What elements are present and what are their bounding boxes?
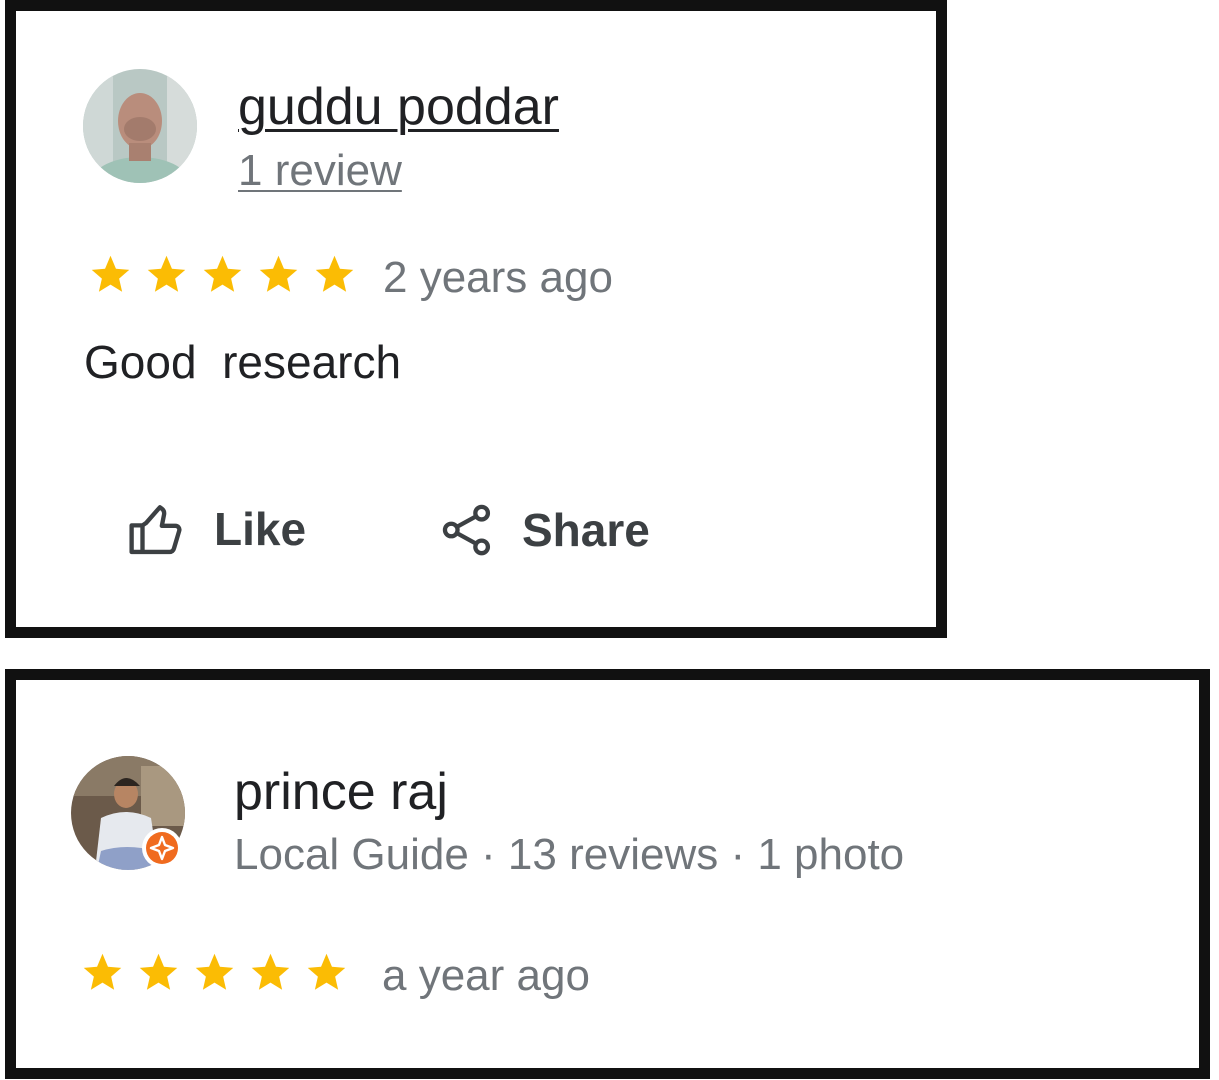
share-button[interactable]: Share [440, 502, 650, 558]
reviewer-avatar[interactable] [71, 756, 185, 870]
star-icon [195, 953, 234, 990]
star-rating [80, 950, 349, 995]
reviewer-review-count-link[interactable]: 1 review [238, 149, 402, 193]
reviewer-avatar[interactable] [83, 69, 197, 183]
review-card: prince raj Local Guide · 13 reviews · 1 … [5, 669, 1210, 1079]
reviewer-subtitle[interactable]: Local Guide · 13 reviews · 1 photo [234, 833, 904, 877]
review-text: Good research [84, 336, 402, 388]
star-icon [251, 953, 290, 990]
star-icon [203, 255, 242, 292]
like-label: Like [214, 503, 307, 555]
star-icon [83, 953, 122, 990]
star-icon [307, 953, 346, 990]
share-label: Share [522, 504, 650, 556]
review-card: guddu poddar 1 review 2 years ago Good r… [5, 0, 947, 638]
reviewer-name-link[interactable]: guddu poddar [238, 81, 559, 133]
reviewer-name[interactable]: prince raj [234, 766, 448, 818]
star-icon [139, 953, 178, 990]
star-rating [88, 252, 357, 297]
review-time: a year ago [382, 951, 590, 1000]
share-icon [442, 504, 491, 556]
like-button[interactable]: Like [128, 502, 306, 556]
star-icon [315, 255, 354, 292]
star-icon [147, 255, 186, 292]
star-icon [91, 255, 130, 292]
star-icon [259, 255, 298, 292]
review-time: 2 years ago [383, 253, 613, 302]
thumbs-up-icon [129, 505, 182, 555]
